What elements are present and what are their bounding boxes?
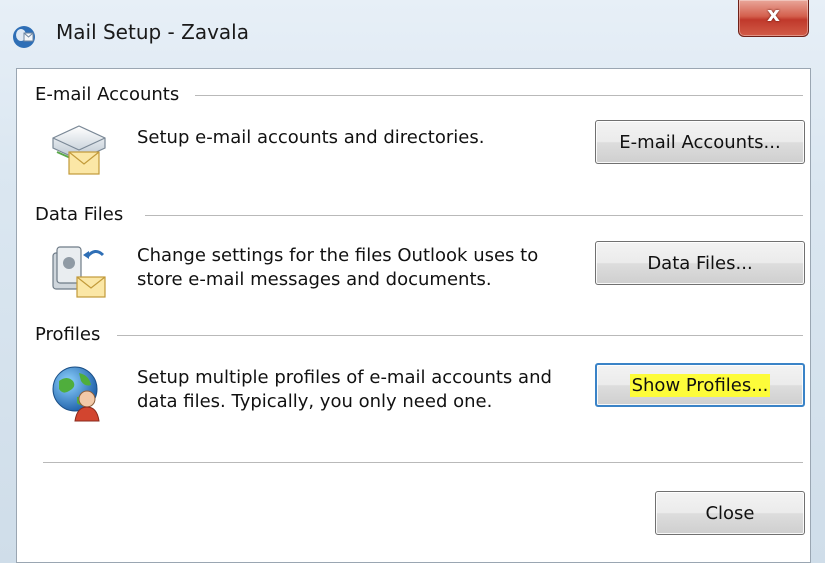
data-files-button[interactable]: Data Files...	[595, 241, 805, 285]
email-accounts-divider	[195, 95, 803, 97]
globe-user-profile-icon	[52, 366, 100, 422]
show-profiles-button[interactable]: Show Profiles...	[595, 363, 805, 407]
window-close-button[interactable]: x	[738, 0, 809, 37]
email-accounts-button-label: E-mail Accounts...	[619, 131, 781, 153]
mail-setup-dialog: Mail Setup - Zavala x E-mail Accounts Se…	[0, 0, 825, 563]
data-files-section-label: Data Files	[35, 204, 124, 225]
email-accounts-section-label: E-mail Accounts	[35, 84, 180, 105]
profiles-section-label: Profiles	[35, 324, 101, 345]
dialog-content: E-mail Accounts Setup e-mail accounts an…	[16, 68, 811, 563]
footer-divider	[43, 462, 803, 464]
data-files-button-label: Data Files...	[647, 252, 753, 274]
data-files-divider	[145, 215, 803, 217]
email-accounts-button[interactable]: E-mail Accounts...	[595, 120, 805, 164]
title-bar[interactable]: Mail Setup - Zavala x	[0, 0, 825, 66]
data-files-icon	[52, 246, 106, 298]
show-profiles-button-label: Show Profiles...	[629, 373, 771, 397]
close-button[interactable]: Close	[655, 491, 805, 535]
profiles-description: Setup multiple profiles of e-mail accoun…	[137, 367, 552, 412]
close-icon: x	[767, 2, 780, 26]
email-accounts-description: Setup e-mail accounts and directories.	[137, 127, 485, 148]
window-title: Mail Setup - Zavala	[56, 20, 249, 44]
profiles-divider	[117, 335, 803, 337]
close-button-label: Close	[705, 502, 755, 524]
mail-server-envelope-icon	[52, 125, 106, 175]
data-files-description: Change settings for the files Outlook us…	[137, 245, 539, 290]
outlook-mail-icon	[13, 26, 35, 48]
